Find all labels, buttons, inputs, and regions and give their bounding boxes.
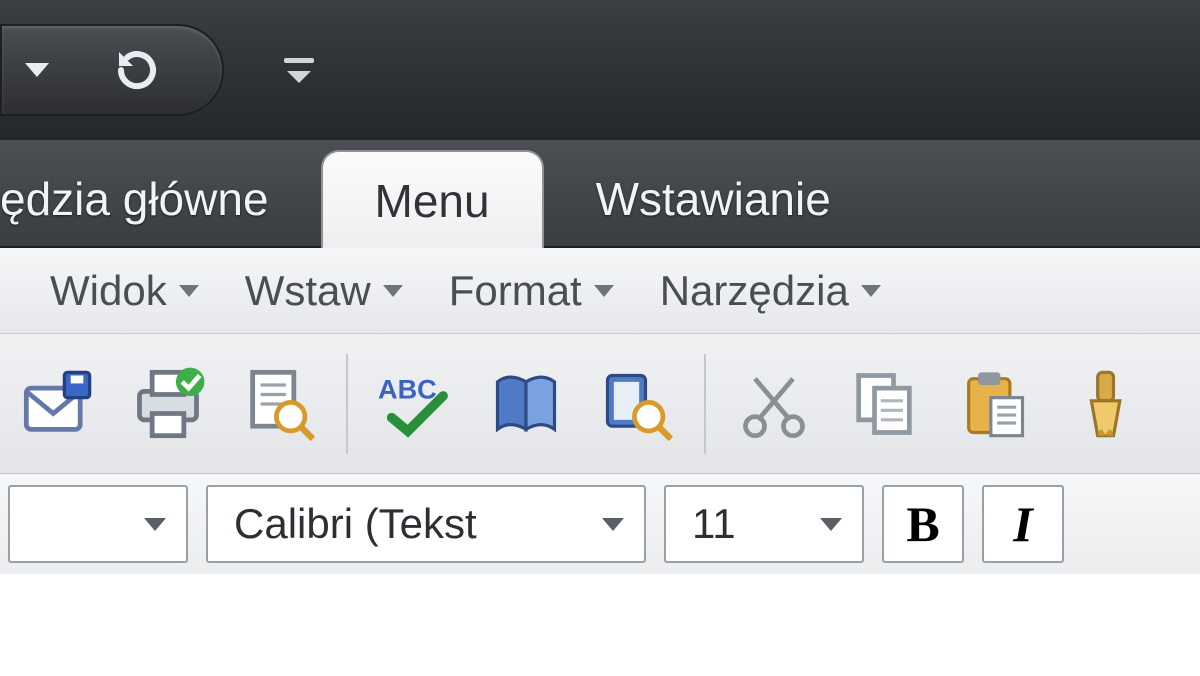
- svg-text:ABC: ABC: [378, 373, 437, 404]
- envelope-save-icon: [20, 366, 96, 442]
- menu-format[interactable]: Format: [433, 261, 630, 321]
- toolbar-separator: [704, 354, 706, 454]
- page-magnifier-icon: [240, 366, 316, 442]
- paste-icon: [956, 366, 1032, 442]
- tab-menu[interactable]: Menu: [321, 150, 544, 248]
- spellcheck-button[interactable]: ABC: [366, 349, 466, 459]
- chevron-down-icon: [25, 63, 49, 77]
- minimize-ribbon-button[interactable]: [284, 58, 314, 83]
- refresh-icon: [113, 46, 161, 94]
- menu-tools[interactable]: Narzędzia: [644, 261, 897, 321]
- printer-check-icon: [130, 366, 206, 442]
- chevron-down-icon: [144, 518, 166, 531]
- standard-toolbar: ABC: [0, 334, 1200, 474]
- research-button[interactable]: [476, 349, 576, 459]
- menu-view[interactable]: Widok: [34, 261, 215, 321]
- chevron-down-icon: [383, 285, 403, 297]
- menu-view-label: Widok: [50, 267, 167, 315]
- copy-icon: [846, 366, 922, 442]
- format-painter-button[interactable]: [1054, 349, 1154, 459]
- paintbrush-icon: [1066, 366, 1142, 442]
- quick-access-toolbar: [0, 24, 224, 116]
- font-name-combo[interactable]: Calibri (Tekst: [206, 485, 646, 563]
- book-magnifier-icon: [598, 366, 674, 442]
- menu-tools-label: Narzędzia: [660, 267, 849, 315]
- refresh-button[interactable]: [102, 35, 172, 105]
- save-send-button[interactable]: [8, 349, 108, 459]
- chevron-down-icon: [602, 518, 624, 531]
- font-size-combo[interactable]: 11: [664, 485, 864, 563]
- style-combo[interactable]: [8, 485, 188, 563]
- titlebar: [0, 0, 1200, 140]
- print-preview-button[interactable]: [228, 349, 328, 459]
- chevron-down-icon: [861, 285, 881, 297]
- classic-menu-bar: Widok Wstaw Format Narzędzia: [0, 248, 1200, 334]
- thesaurus-button[interactable]: [586, 349, 686, 459]
- font-size-value: 11: [692, 500, 736, 548]
- spellcheck-icon: ABC: [378, 366, 454, 442]
- chevron-down-icon: [594, 285, 614, 297]
- menu-insert[interactable]: Wstaw: [229, 261, 419, 321]
- cut-button[interactable]: [724, 349, 824, 459]
- quick-print-button[interactable]: [118, 349, 218, 459]
- font-name-value: Calibri (Tekst: [234, 500, 477, 548]
- books-icon: [488, 366, 564, 442]
- formatting-toolbar: Calibri (Tekst 11 B I: [0, 474, 1200, 574]
- toolbar-separator: [346, 354, 348, 454]
- paste-button[interactable]: [944, 349, 1044, 459]
- menu-insert-label: Wstaw: [245, 267, 371, 315]
- tab-insert[interactable]: Wstawianie: [544, 150, 883, 246]
- minimize-bar-icon: [284, 58, 314, 63]
- chevron-down-icon: [179, 285, 199, 297]
- copy-button[interactable]: [834, 349, 934, 459]
- italic-button[interactable]: I: [982, 485, 1064, 563]
- tab-tools-main[interactable]: ędzia główne: [0, 150, 321, 246]
- menu-format-label: Format: [449, 267, 582, 315]
- chevron-down-icon: [287, 71, 311, 83]
- scissors-icon: [736, 366, 812, 442]
- ribbon-tabstrip: ędzia główne Menu Wstawianie: [0, 140, 1200, 248]
- bold-button[interactable]: B: [882, 485, 964, 563]
- chevron-down-icon: [820, 518, 842, 531]
- qat-dropdown-button[interactable]: [2, 35, 72, 105]
